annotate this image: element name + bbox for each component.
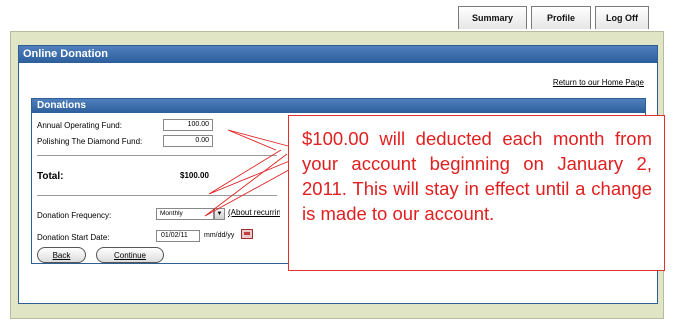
frequency-select[interactable]: Monthly: [156, 208, 214, 220]
tab-summary[interactable]: Summary: [458, 6, 527, 29]
frequency-label: Donation Frequency:: [37, 211, 112, 220]
divider: [37, 155, 277, 156]
back-button-label: Back: [52, 250, 71, 260]
panel-title: Online Donation: [19, 46, 657, 63]
annual-fund-input[interactable]: 100.00: [163, 119, 213, 131]
total-value: $100.00: [180, 171, 209, 180]
about-recurring-link[interactable]: (About recurring: [228, 208, 280, 217]
top-nav: Summary Profile Log Off: [458, 6, 649, 29]
diamond-fund-input[interactable]: 0.00: [163, 135, 213, 147]
annual-fund-label: Annual Operating Fund:: [37, 121, 122, 130]
diamond-fund-label: Polishing The Diamond Fund:: [37, 137, 143, 146]
divider: [37, 195, 277, 196]
total-label: Total:: [37, 171, 64, 182]
tab-profile[interactable]: Profile: [531, 6, 591, 29]
back-button[interactable]: Back: [37, 247, 86, 263]
donations-title: Donations: [32, 99, 645, 113]
home-page-link[interactable]: Return to our Home Page: [553, 78, 644, 87]
date-format-hint: mm/dd/yy: [204, 232, 235, 239]
start-date-input[interactable]: 01/02/11: [156, 230, 200, 242]
dropdown-arrow-icon[interactable]: ▼: [214, 208, 225, 220]
callout-note: $100.00 will deducted each month from yo…: [288, 115, 665, 271]
continue-button[interactable]: Continue: [96, 247, 164, 263]
tab-log-off[interactable]: Log Off: [595, 6, 649, 29]
start-date-label: Donation Start Date:: [37, 233, 110, 242]
continue-button-label: Continue: [113, 250, 147, 260]
calendar-icon[interactable]: [241, 229, 253, 239]
